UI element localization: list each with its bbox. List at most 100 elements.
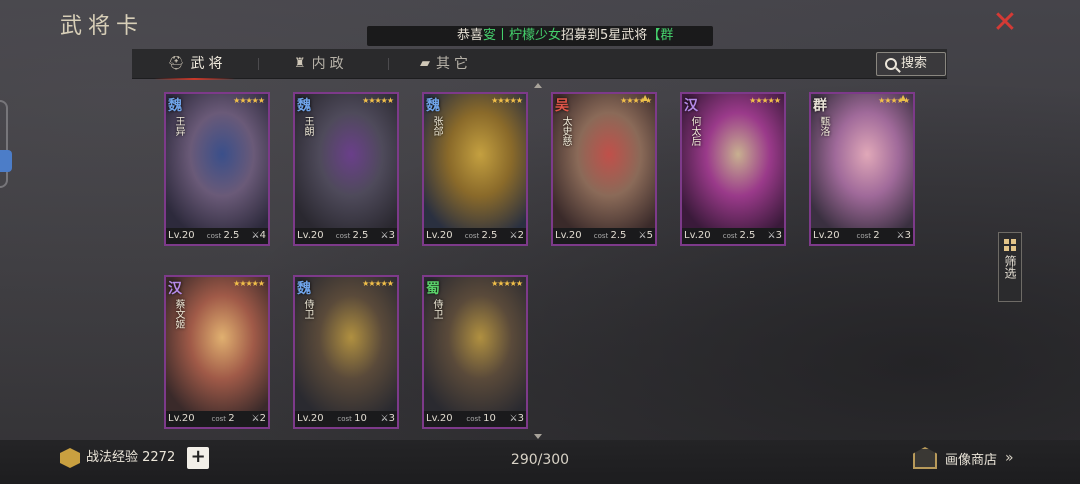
faction-badge: 魏 <box>297 98 311 114</box>
cost-value: 2.5 <box>594 228 627 244</box>
ticker-message: 招募到5星武将 <box>561 28 648 43</box>
level-text: Lv.20 <box>168 230 195 241</box>
level-text: Lv.20 <box>426 413 453 424</box>
faction-badge: 汉 <box>684 98 698 114</box>
faction-badge: 汉 <box>168 281 182 297</box>
general-card[interactable]: 汉 ★★★★★ 何太后 Lv.20 2.5 3 <box>680 92 786 246</box>
general-card[interactable]: 魏 ★★★★★ 王异 Lv.20 2.5 4 <box>164 92 270 246</box>
upgrade-icon: ▲ <box>642 93 649 102</box>
exp-label: 战法经验 2272 <box>86 450 176 465</box>
general-name: 侍卫 <box>431 299 442 319</box>
search-button[interactable]: 搜索 <box>876 52 946 76</box>
cost-value: 2 <box>857 228 879 244</box>
troop-type-count: 3 <box>897 228 911 244</box>
side-panel-handle[interactable] <box>0 100 8 188</box>
card-footer: Lv.20 2.5 3 <box>682 228 784 244</box>
general-card[interactable]: 蜀 ★★★★★ 侍卫 Lv.20 10 3 <box>422 275 528 429</box>
level-text: Lv.20 <box>168 413 195 424</box>
star-rating: ★★★★★ <box>749 96 781 105</box>
search-label: 搜索 <box>901 56 928 71</box>
faction-badge: 吴 <box>555 98 569 114</box>
card-footer: Lv.20 2 3 <box>811 228 913 244</box>
tab-label: 武将 <box>190 56 227 72</box>
tab-bar: ⛑ 武将 ♜ 内政 ▰ 其它 搜索 <box>132 49 947 80</box>
general-card[interactable]: 魏 ★★★★★ 王朗 Lv.20 2.5 3 <box>293 92 399 246</box>
card-footer: Lv.20 10 3 <box>424 411 526 427</box>
card-footer: Lv.20 10 3 <box>295 411 397 427</box>
filter-button[interactable]: 筛选 <box>998 232 1022 302</box>
faction-badge: 魏 <box>168 98 182 114</box>
level-text: Lv.20 <box>297 413 324 424</box>
card-footer: Lv.20 2 2 <box>166 411 268 427</box>
troop-type-count: 3 <box>381 411 395 427</box>
cost-value: 10 <box>466 411 496 427</box>
book-icon: ▰ <box>420 56 430 71</box>
tab-label: 其它 <box>436 56 472 72</box>
general-name: 侍卫 <box>302 299 313 319</box>
tab-divider <box>258 58 259 70</box>
level-text: Lv.20 <box>297 230 324 241</box>
double-chevron-right-icon: » <box>1005 450 1014 466</box>
star-rating: ★★★★★ <box>362 279 394 288</box>
star-rating: ★★★★★ <box>362 96 394 105</box>
troop-type-count: 3 <box>768 228 782 244</box>
general-card[interactable]: 吴 ★★★★★ ▲ 太史慈 Lv.20 2.5 5 <box>551 92 657 246</box>
general-name: 王异 <box>173 116 184 136</box>
general-card[interactable]: 魏 ★★★★★ 张郃 Lv.20 2.5 2 <box>422 92 528 246</box>
general-name: 王朗 <box>302 116 313 136</box>
faction-badge: 魏 <box>297 281 311 297</box>
faction-badge: 魏 <box>426 98 440 114</box>
cost-value: 2.5 <box>723 228 756 244</box>
troop-type-count: 2 <box>252 411 266 427</box>
star-rating: ★★★★★ <box>491 96 523 105</box>
faction-badge: 群 <box>813 98 827 114</box>
general-name: 甄洛 <box>818 116 829 136</box>
tab-generals[interactable]: ⛑ 武将 <box>154 49 234 80</box>
card-footer: Lv.20 2.5 3 <box>295 228 397 244</box>
shop-label: 画像商店 <box>945 452 998 468</box>
general-card[interactable]: 魏 ★★★★★ 侍卫 Lv.20 10 3 <box>293 275 399 429</box>
general-card[interactable]: 汉 ★★★★★ 蔡文姬 Lv.20 2 2 <box>164 275 270 429</box>
level-text: Lv.20 <box>426 230 453 241</box>
tab-divider <box>388 58 389 70</box>
cost-value: 2.5 <box>465 228 498 244</box>
side-panel-icon[interactable] <box>0 150 12 172</box>
portrait-shop-link[interactable]: 画像商店 » <box>913 446 1014 470</box>
tab-other[interactable]: ▰ 其它 <box>420 49 472 79</box>
card-footer: Lv.20 2.5 4 <box>166 228 268 244</box>
ticker-user: 叜丨柠檬少女 <box>483 28 562 43</box>
search-icon <box>885 58 897 70</box>
page-title: 武将卡 <box>60 14 145 39</box>
general-card[interactable]: 群 ★★★★★ ▲ 甄洛 Lv.20 2 3 <box>809 92 915 246</box>
faction-badge: 蜀 <box>426 281 440 297</box>
shop-icon <box>913 447 937 469</box>
filter-label: 筛选 <box>1003 255 1017 279</box>
tab-label: 内政 <box>311 56 348 72</box>
star-rating: ★★★★★ <box>233 96 265 105</box>
scroll-down-indicator[interactable] <box>534 434 542 439</box>
level-text: Lv.20 <box>555 230 582 241</box>
grid-icon <box>1004 239 1016 251</box>
ticker-prefix: 恭喜 <box>457 28 484 43</box>
general-name: 蔡文姬 <box>173 299 184 329</box>
close-button[interactable]: ✕ <box>990 8 1020 38</box>
cost-value: 2 <box>212 411 234 427</box>
scroll-up-indicator[interactable] <box>534 83 542 88</box>
tab-internal-affairs[interactable]: ♜ 内政 <box>294 49 348 79</box>
card-footer: Lv.20 2.5 2 <box>424 228 526 244</box>
general-card-grid: 魏 ★★★★★ 王异 Lv.20 2.5 4 魏 ★★★★★ 王朗 Lv.20 … <box>164 92 924 432</box>
tactic-exp: 战法经验 2272 + <box>60 446 210 470</box>
general-name: 何太后 <box>689 116 700 146</box>
troop-type-count: 2 <box>510 228 524 244</box>
ticker-highlight: 【群 <box>647 28 674 43</box>
cost-value: 10 <box>337 411 367 427</box>
card-count: 290/300 <box>510 452 570 468</box>
star-rating: ★★★★★ <box>233 279 265 288</box>
helmet-icon: ⛑ <box>168 56 185 71</box>
cost-value: 2.5 <box>336 228 369 244</box>
add-exp-button[interactable]: + <box>187 447 210 469</box>
level-text: Lv.20 <box>813 230 840 241</box>
tower-icon: ♜ <box>294 56 306 71</box>
exp-coin-icon <box>60 448 80 468</box>
troop-type-count: 3 <box>381 228 395 244</box>
